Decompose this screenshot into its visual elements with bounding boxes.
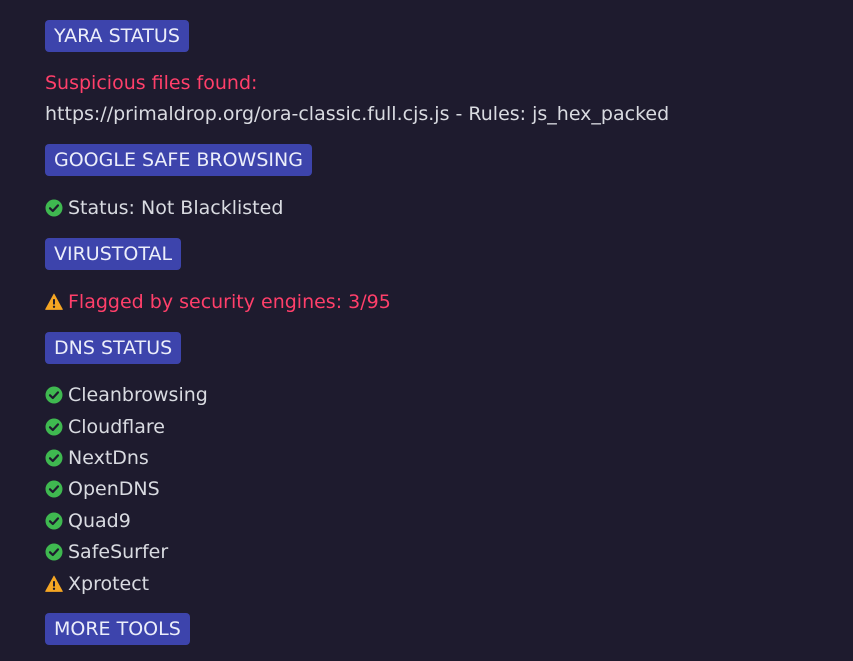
dns-provider-name: Quad9 xyxy=(68,510,131,532)
yara-finding-text: https://primaldrop.org/ora-classic.full.… xyxy=(45,103,670,125)
yara-status-badge[interactable]: YARA STATUS xyxy=(45,20,189,52)
google-status-text: Status: Not Blacklisted xyxy=(68,197,284,219)
check-circle-icon xyxy=(45,512,63,530)
google-safe-browsing-badge[interactable]: GOOGLE SAFE BROWSING xyxy=(45,144,312,176)
dns-provider-name: OpenDNS xyxy=(68,478,160,500)
dns-provider-name: Xprotect xyxy=(68,573,150,595)
dns-provider-name: Cleanbrowsing xyxy=(68,384,208,406)
dns-provider-row: Cloudflare xyxy=(45,414,165,440)
check-circle-icon xyxy=(45,449,63,467)
yara-alert-text: Suspicious files found: xyxy=(45,72,258,94)
check-circle-icon xyxy=(45,543,63,561)
dns-provider-row: OpenDNS xyxy=(45,476,160,502)
dns-provider-name: Cloudflare xyxy=(68,416,165,438)
virustotal-flagged-row: Flagged by security engines: 3/95 xyxy=(45,289,391,315)
dns-provider-row: SafeSurfer xyxy=(45,539,168,565)
check-circle-icon xyxy=(45,386,63,404)
more-tools-button[interactable]: MORE TOOLS xyxy=(45,613,190,645)
google-status-row: Status: Not Blacklisted xyxy=(45,195,283,221)
virustotal-flagged-text: Flagged by security engines: 3/95 xyxy=(68,291,391,313)
dns-provider-row: Xprotect xyxy=(45,571,149,597)
warning-icon xyxy=(45,575,63,593)
virustotal-badge[interactable]: VIRUSTOTAL xyxy=(45,238,182,270)
check-circle-icon xyxy=(45,418,63,436)
dns-provider-row: Quad9 xyxy=(45,508,131,534)
dns-provider-name: SafeSurfer xyxy=(68,541,169,563)
dns-provider-name: NextDns xyxy=(68,447,149,469)
dns-provider-row: Cleanbrowsing xyxy=(45,382,208,408)
check-circle-icon xyxy=(45,480,63,498)
dns-status-badge[interactable]: DNS STATUS xyxy=(45,332,182,364)
dns-provider-row: NextDns xyxy=(45,445,149,471)
warning-icon xyxy=(45,293,63,311)
check-circle-icon xyxy=(45,199,63,217)
scan-results-panel: YARA STATUS Suspicious files found: http… xyxy=(45,0,853,661)
